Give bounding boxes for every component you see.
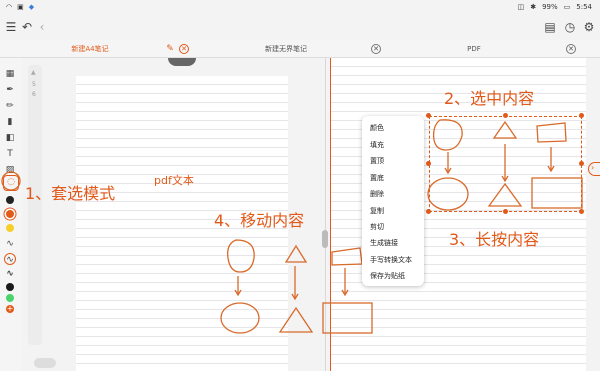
menu-item-cut[interactable]: 剪切	[370, 222, 384, 232]
selection-handle-br[interactable]	[579, 209, 584, 214]
menu-item-fill[interactable]: 填充	[370, 140, 384, 150]
moved-small-triangle	[284, 244, 308, 263]
menu-item-bring-to-front[interactable]: 置顶	[370, 156, 384, 166]
context-menu: 颜色 填充 置顶 置底 删除 复制 剪切 生成链接 手写转换文本 保存为贴纸	[362, 116, 424, 286]
menu-item-copy[interactable]: 复制	[370, 206, 384, 216]
moved-large-rect	[322, 302, 373, 334]
annotation-step2: 2、选中内容	[444, 89, 535, 108]
moved-blob-shape	[227, 239, 255, 273]
annotation-step3: 3、长按内容	[449, 230, 540, 249]
annotation-pdf-text: pdf文本	[154, 174, 194, 187]
menu-item-send-to-back[interactable]: 置底	[370, 173, 384, 183]
lasso-highlight-ring	[1, 171, 21, 191]
annotation-step4: 4、移动内容	[214, 211, 305, 230]
selection-handle-tr[interactable]	[579, 113, 584, 118]
selection-handle-mr[interactable]	[579, 161, 584, 166]
selection-handle-tm[interactable]	[503, 113, 508, 118]
selection-handle-tl[interactable]	[426, 113, 431, 118]
selection-box[interactable]	[429, 116, 582, 212]
menu-item-handwriting-to-text[interactable]: 手写转换文本	[370, 255, 412, 265]
moved-large-triangle	[278, 306, 314, 333]
menu-item-delete[interactable]: 删除	[370, 189, 384, 199]
annotation-step1: 1、套选模式	[25, 184, 116, 203]
selection-handle-ml[interactable]	[426, 161, 431, 166]
selection-handle-bl[interactable]	[426, 209, 431, 214]
menu-item-color[interactable]: 颜色	[370, 123, 384, 133]
menu-item-save-as-sticker[interactable]: 保存为贴纸	[370, 271, 405, 281]
app-window: ◠ ▣ ◆ ◫ ✱ 99% ▭ 5:54 ☰ ↶ ‹ ▤ ◷ ⚙ 新建A4笔记 …	[0, 0, 600, 371]
menu-item-generate-link[interactable]: 生成链接	[370, 238, 398, 248]
selection-handle-bm[interactable]	[503, 209, 508, 214]
moved-ellipse	[220, 302, 260, 334]
moved-small-rect	[331, 247, 363, 266]
